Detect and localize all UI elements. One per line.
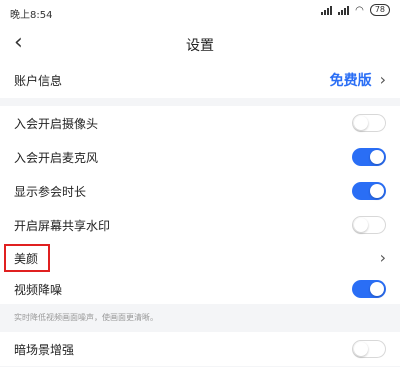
highlight-box	[4, 244, 50, 272]
camera-label: 入会开启摄像头	[14, 116, 99, 131]
video-noise-toggle[interactable]	[352, 280, 386, 298]
mic-label: 入会开启麦克风	[14, 150, 99, 165]
toggle-row-camera: 入会开启摄像头	[0, 106, 400, 140]
account-group: 账户信息 免费版 ›	[0, 62, 400, 98]
beauty-row[interactable]: 美颜 ›	[0, 242, 400, 274]
plan-label: 免费版	[329, 73, 372, 89]
mic-toggle[interactable]	[352, 148, 386, 166]
status-time: 晚上8:54	[10, 10, 53, 21]
toggle-row-duration: 显示参会时长	[0, 174, 400, 208]
video-settings-group: 美颜 › 视频降噪	[0, 242, 400, 304]
watermark-toggle[interactable]	[352, 216, 386, 234]
lowlight-row: 暗场景增强	[0, 332, 400, 366]
chevron-right-icon: ›	[379, 248, 386, 267]
lowlight-toggle[interactable]	[352, 340, 386, 358]
duration-toggle[interactable]	[352, 182, 386, 200]
battery-icon: 78	[369, 4, 390, 16]
app-header: ‹ 设置	[0, 26, 400, 62]
video-noise-label: 视频降噪	[14, 282, 63, 297]
signal-icon	[321, 5, 333, 15]
status-bar: 晚上8:54 ◠ 78	[0, 0, 400, 26]
video-noise-hint: 实时降低视频画面噪声，使画面更清晰。	[14, 313, 158, 322]
wifi-icon: ◠	[355, 4, 364, 16]
lowlight-label: 暗场景增强	[14, 342, 75, 357]
duration-label: 显示参会时长	[14, 184, 87, 199]
toggle-row-watermark: 开启屏幕共享水印	[0, 208, 400, 242]
camera-toggle[interactable]	[352, 114, 386, 132]
signal-icon-2	[338, 5, 350, 15]
toggle-row-mic: 入会开启麦克风	[0, 140, 400, 174]
account-info-row[interactable]: 账户信息 免费版 ›	[0, 62, 400, 98]
watermark-label: 开启屏幕共享水印	[14, 218, 111, 233]
meeting-settings-group: 入会开启摄像头 入会开启麦克风 显示参会时长 开启屏幕共享水印	[0, 106, 400, 242]
page-title: 设置	[186, 38, 214, 54]
lowlight-group: 暗场景增强	[0, 332, 400, 366]
chevron-right-icon: ›	[379, 70, 386, 89]
status-icons: ◠ 78	[321, 4, 390, 16]
account-info-label: 账户信息	[14, 73, 63, 88]
video-noise-row: 视频降噪	[0, 274, 400, 304]
